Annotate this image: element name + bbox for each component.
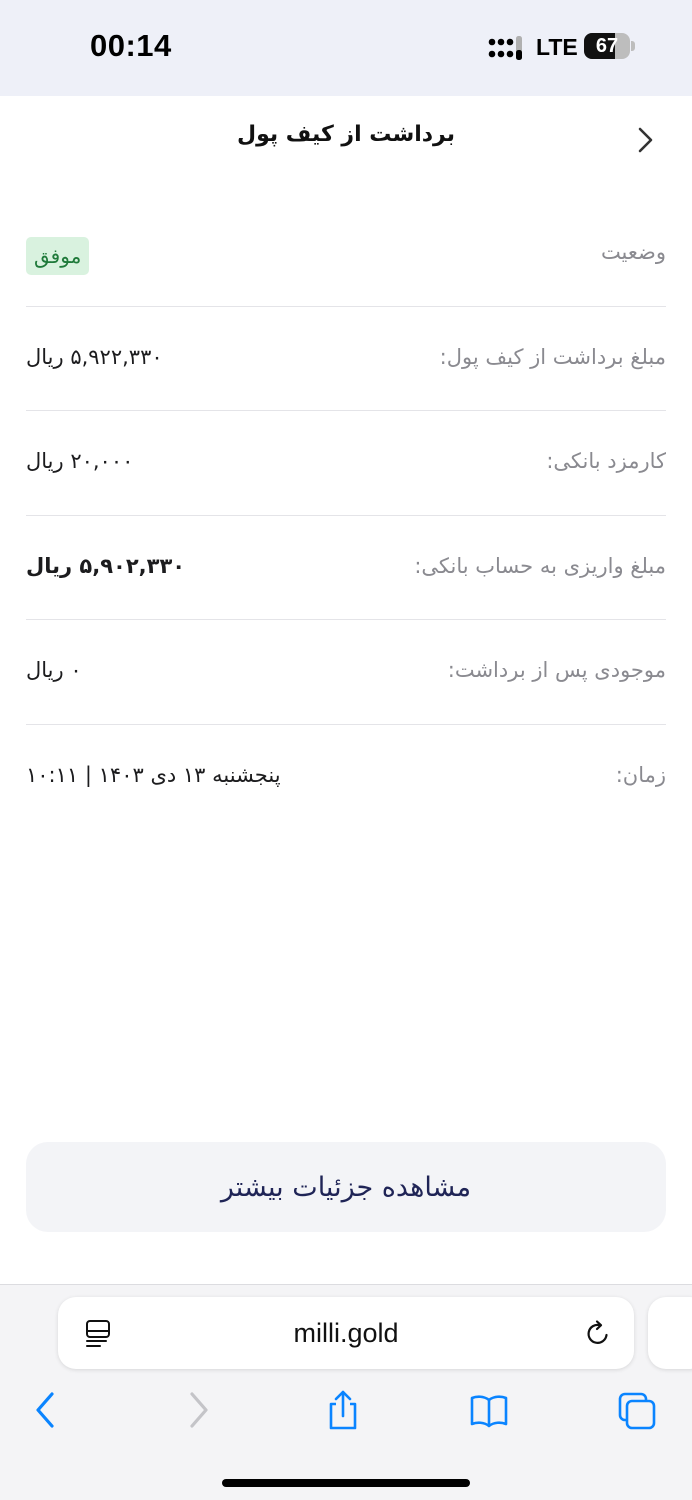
network-type: LTE bbox=[536, 34, 578, 60]
tabs-icon[interactable] bbox=[617, 1388, 657, 1432]
detail-row-bank-fee: کارمزد بانکی: ۲۰,۰۰۰ ریال bbox=[26, 411, 666, 516]
bookmarks-icon[interactable] bbox=[469, 1388, 509, 1432]
time-value: پنجشنبه ۱۳ دی ۱۴۰۳ | ۱۰:۱۱ bbox=[26, 762, 281, 787]
detail-row-deposit-amount: مبلغ واریزی به حساب بانکی: ۵,۹۰۲,۳۳۰ ریا… bbox=[26, 516, 666, 621]
detail-row-time: زمان: پنجشنبه ۱۳ دی ۱۴۰۳ | ۱۰:۱۱ bbox=[26, 725, 666, 830]
detail-row-status: وضعیت موفق bbox=[26, 202, 666, 307]
transaction-details: وضعیت موفق مبلغ برداشت از کیف پول: ۵,۹۲۲… bbox=[26, 202, 666, 830]
reload-icon[interactable] bbox=[584, 1318, 612, 1348]
more-details-button[interactable]: مشاهده جزئیات بیشتر bbox=[26, 1142, 666, 1232]
deposit-amount-label: مبلغ واریزی به حساب بانکی: bbox=[414, 553, 666, 578]
balance-after-label: موجودی پس از برداشت: bbox=[447, 658, 666, 683]
status-label: وضعیت bbox=[600, 240, 666, 264]
detail-row-withdraw-amount: مبلغ برداشت از کیف پول: ۵,۹۲۲,۳۳۰ ریال bbox=[26, 307, 666, 412]
address-bar[interactable]: milli.gold bbox=[58, 1297, 634, 1369]
status-bar: 00:14 LTE 67 bbox=[0, 0, 692, 96]
home-indicator[interactable] bbox=[222, 1479, 470, 1487]
withdraw-amount-label: مبلغ برداشت از کیف پول: bbox=[439, 344, 666, 369]
balance-after-value: ۰ ریال bbox=[26, 658, 82, 683]
signal-strength-icon bbox=[488, 36, 522, 60]
battery-icon: 67 bbox=[584, 33, 630, 59]
battery-level: 67 bbox=[595, 35, 619, 57]
forward-icon[interactable] bbox=[178, 1388, 218, 1432]
battery-terminal bbox=[631, 41, 635, 51]
share-icon[interactable] bbox=[323, 1388, 363, 1432]
back-icon[interactable] bbox=[26, 1388, 66, 1432]
bank-fee-label: کارمزد بانکی: bbox=[546, 449, 666, 474]
reader-icon[interactable] bbox=[84, 1319, 112, 1349]
status-time: 00:14 bbox=[90, 28, 172, 63]
url-text: milli.gold bbox=[293, 1318, 399, 1348]
bank-fee-value: ۲۰,۰۰۰ ریال bbox=[26, 449, 134, 474]
withdraw-amount-value: ۵,۹۲۲,۳۳۰ ریال bbox=[26, 344, 163, 369]
chevron-right-icon[interactable] bbox=[632, 124, 660, 156]
next-tab-preview[interactable] bbox=[648, 1297, 692, 1369]
more-details-label: مشاهده جزئیات بیشتر bbox=[220, 1171, 472, 1203]
detail-row-balance-after: موجودی پس از برداشت: ۰ ریال bbox=[26, 620, 666, 725]
page-title: برداشت از کیف پول bbox=[236, 122, 455, 147]
status-badge: موفق bbox=[26, 237, 90, 275]
deposit-amount-value: ۵,۹۰۲,۳۳۰ ریال bbox=[26, 553, 186, 578]
time-label: زمان: bbox=[615, 762, 666, 787]
